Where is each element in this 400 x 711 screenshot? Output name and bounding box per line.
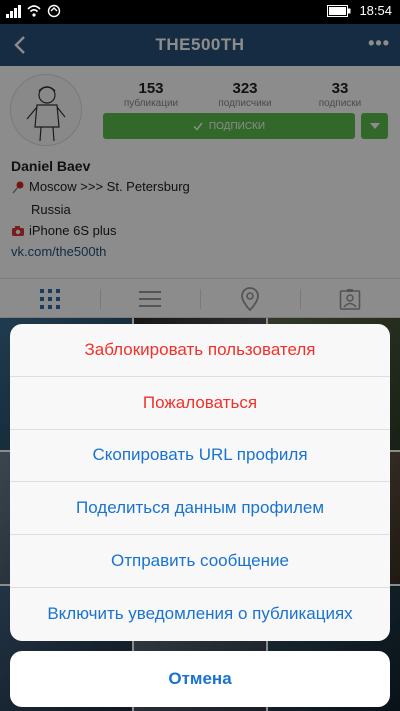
- signal-icon: [6, 4, 21, 18]
- cancel-button[interactable]: Отмена: [10, 651, 390, 707]
- send-message-option[interactable]: Отправить сообщение: [10, 535, 390, 588]
- status-bar: 18:54: [0, 0, 400, 24]
- action-sheet: Заблокировать пользователя Пожаловаться …: [10, 324, 390, 641]
- wifi-icon: [27, 5, 41, 17]
- battery-icon: [327, 4, 351, 17]
- notification-icon: [47, 4, 61, 18]
- report-option[interactable]: Пожаловаться: [10, 377, 390, 430]
- copy-profile-url-option[interactable]: Скопировать URL профиля: [10, 430, 390, 483]
- share-profile-option[interactable]: Поделиться данным профилем: [10, 482, 390, 536]
- clock: 18:54: [359, 3, 392, 18]
- enable-post-notifications-option[interactable]: Включить уведомления о публикациях: [10, 588, 390, 641]
- block-user-option[interactable]: Заблокировать пользователя: [10, 324, 390, 377]
